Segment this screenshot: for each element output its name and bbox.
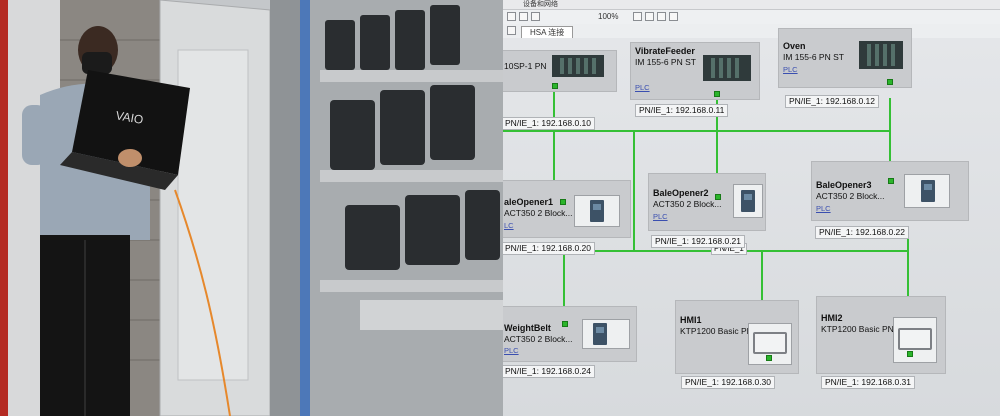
device-name: HMI1 (680, 315, 702, 325)
device-baleopener2[interactable]: BaleOpener2 ACT350 2 Block... PLC (648, 173, 766, 231)
profinet-port[interactable] (714, 91, 720, 97)
device-ip: PN/IE_1: 192.168.0.30 (681, 376, 776, 389)
device-image (904, 174, 950, 208)
device-subtitle: KTP1200 Basic PN (680, 326, 753, 336)
search-icon[interactable] (669, 12, 678, 21)
device-subtitle: ACT350 2 Block... (504, 334, 573, 344)
zoom-level[interactable]: 100% (598, 12, 618, 21)
device-type-link[interactable]: LC (504, 221, 514, 230)
device-subtitle: IM 155-6 PN ST (783, 52, 844, 62)
photo-engineer-cabinet: VAIO (0, 0, 503, 416)
device-name: aleOpener1 (504, 197, 554, 207)
fit-icon[interactable] (657, 12, 666, 21)
network-view-screen: 设备和网络 100% HSA 连接 PN/IE_1 10SP-1 PN PN/I… (503, 0, 1000, 416)
device-name: HMI2 (821, 313, 843, 323)
window-title: 设备和网络 (523, 1, 558, 8)
toolbar-top: 100% (503, 10, 1000, 25)
plc-image (859, 41, 903, 69)
device-image (574, 195, 620, 227)
device-name: WeightBelt (504, 323, 551, 333)
device-ip: PN/IE_1: 192.168.0.20 (503, 242, 596, 255)
device-ip: PN/IE_1: 192.168.0.12 (785, 95, 880, 108)
net-line (503, 130, 891, 132)
device-baleopener1[interactable]: aleOpener1 ACT350 2 Block... LC (503, 180, 631, 238)
profinet-port[interactable] (887, 79, 893, 85)
network-canvas[interactable]: PN/IE_1 10SP-1 PN PN/IE_1: 192.168.0.10 … (503, 28, 1000, 416)
device-hmi1[interactable]: HMI1 KTP1200 Basic PN (675, 300, 799, 374)
net-line (633, 130, 635, 250)
device-baleopener3[interactable]: BaleOpener3 ACT350 2 Block... PLC (811, 161, 969, 221)
device-ip: PN/IE_1: 192.168.0.10 (503, 117, 596, 130)
profinet-port[interactable] (715, 194, 721, 200)
window-title-bar: 设备和网络 (503, 0, 1000, 10)
device-type-link[interactable]: PLC (653, 212, 668, 221)
device-ip: PN/IE_1: 192.168.0.31 (821, 376, 916, 389)
device-subtitle: KTP1200 Basic PN (821, 324, 894, 334)
device-subtitle: ACT350 2 Block... (504, 208, 573, 218)
device-weightbelt[interactable]: WeightBelt ACT350 2 Block... PLC (503, 306, 637, 362)
profinet-port[interactable] (766, 355, 772, 361)
zoom-out-icon[interactable] (645, 12, 654, 21)
device-subtitle: IM 155-6 PN ST (635, 57, 696, 67)
network-icon[interactable] (507, 26, 516, 35)
device-ip: PN/IE_1: 192.168.0.21 (651, 235, 746, 248)
device-subtitle: ACT350 2 Block... (653, 199, 722, 209)
toolbar-view: HSA 连接 (503, 24, 1000, 39)
device-hmi2[interactable]: HMI2 KTP1200 Basic PN (816, 296, 946, 374)
device-image (733, 184, 763, 218)
toolbar-icon[interactable] (507, 12, 516, 21)
plc-image (703, 55, 751, 81)
device-ip: PN/IE_1: 192.168.0.24 (503, 365, 596, 378)
device-name: VibrateFeeder (635, 46, 695, 56)
device-subtitle: 10SP-1 PN (504, 61, 547, 71)
device-subtitle: ACT350 2 Block... (816, 191, 885, 201)
device-oven[interactable]: Oven IM 155-6 PN ST PLC (778, 28, 912, 88)
device-type-link[interactable]: PLC (504, 346, 519, 355)
device-vibratefeeder[interactable]: VibrateFeeder IM 155-6 PN ST PLC (630, 42, 760, 100)
device-type-link[interactable]: PLC (635, 83, 650, 92)
device-ip: PN/IE_1: 192.168.0.22 (815, 226, 910, 239)
device-type-link[interactable]: PLC (783, 65, 798, 74)
toolbar-icon[interactable] (519, 12, 528, 21)
device-cpu[interactable]: 10SP-1 PN (503, 50, 617, 92)
profinet-port[interactable] (907, 351, 913, 357)
device-type-link[interactable]: PLC (816, 204, 831, 213)
device-name: BaleOpener2 (653, 188, 709, 198)
device-ip: PN/IE_1: 192.168.0.11 (635, 104, 729, 117)
toolbar-icon[interactable] (531, 12, 540, 21)
device-image (893, 317, 937, 363)
zoom-in-icon[interactable] (633, 12, 642, 21)
profinet-port[interactable] (888, 178, 894, 184)
device-image (582, 319, 630, 349)
profinet-port[interactable] (562, 321, 568, 327)
profinet-port[interactable] (560, 199, 566, 205)
profinet-port[interactable] (552, 83, 558, 89)
plc-image (552, 55, 604, 77)
device-name: BaleOpener3 (816, 180, 872, 190)
photo-illustration: VAIO (0, 0, 503, 416)
device-name: Oven (783, 41, 806, 51)
